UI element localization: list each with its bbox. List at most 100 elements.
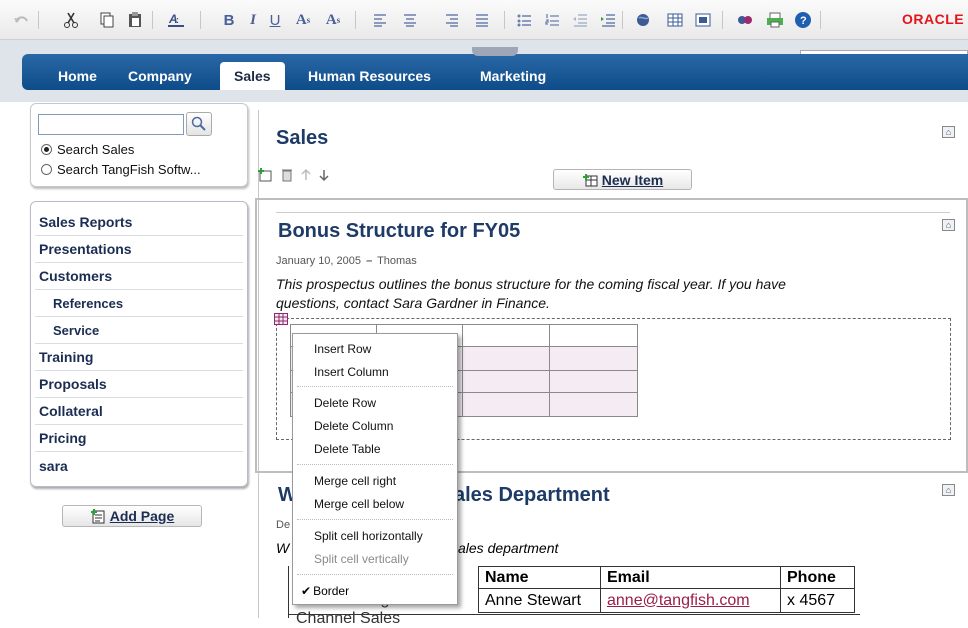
sidebar-item-presentations[interactable]: Presentations [39,241,132,257]
table-handle-icon[interactable] [274,313,288,325]
item2-body-left: W [276,540,290,556]
sidebar-item-service[interactable]: Service [53,323,99,338]
add-page-button[interactable]: Add Page [62,505,202,527]
item2-date: De [276,519,291,531]
cell-phone: x 4567 [780,588,855,613]
bullet-list-icon[interactable] [514,9,534,31]
cell-name: Anne Stewart [478,588,601,613]
column-header-name: Name [478,566,601,589]
sidebar-item-sara[interactable]: sara [39,458,68,474]
nav-collapse-handle[interactable] [472,47,518,56]
tab-sales[interactable]: Sales [220,62,285,90]
tab-marketing[interactable]: Marketing [466,62,560,90]
menu-border[interactable]: ✔ Border [301,584,349,598]
tab-company[interactable]: Company [114,62,206,90]
sidebar-nav: Sales Reports Presentations Customers Re… [30,201,248,487]
sidebar-item-sales-reports[interactable]: Sales Reports [39,214,132,230]
page-title: Sales [276,127,329,149]
superscript-icon[interactable]: As [292,9,314,31]
main-nav: Home Company Sales Human Resources Marke… [22,54,968,90]
bold-icon[interactable]: B [220,9,238,31]
menu-delete-column[interactable]: Delete Column [314,419,393,433]
align-left-icon[interactable] [370,9,390,31]
column-header-email: Email [600,566,781,589]
radio-icon [41,164,52,175]
table-icon[interactable] [664,9,686,31]
item2-cut-cell-bottom: Channel Sales [296,610,401,627]
radio-search-tangfish[interactable]: Search TangFish Softw... [41,162,201,177]
align-right-icon[interactable] [442,9,462,31]
undo-icon[interactable] [10,9,32,31]
item2-title-right: ales Department [454,484,610,506]
align-center-icon[interactable] [400,9,420,31]
menu-merge-cell-below[interactable]: Merge cell below [314,497,404,511]
cut-icon[interactable] [60,9,82,31]
table-left-border [288,566,289,618]
move-down-icon[interactable] [318,168,330,182]
delete-icon[interactable] [280,167,294,183]
add-item-icon[interactable] [256,167,274,183]
search-input[interactable] [38,114,184,135]
menu-insert-column[interactable]: Insert Column [314,365,389,379]
item-date: January 10, 2005 [276,255,362,267]
justify-icon[interactable] [472,9,492,31]
new-item-icon [582,173,598,186]
link-icon[interactable] [632,9,656,31]
item-body-line2: questions, contact Sara Gardner in Finan… [276,295,550,311]
menu-delete-table[interactable]: Delete Table [314,442,381,456]
sidebar-item-references[interactable]: References [53,296,123,311]
column-header-phone: Phone [780,566,855,589]
indent-icon[interactable] [598,9,618,31]
menu-merge-cell-right[interactable]: Merge cell right [314,474,396,488]
item2-body-right: ales department [458,540,559,556]
menu-delete-row[interactable]: Delete Row [314,396,376,410]
search-button[interactable] [186,112,212,136]
sidebar-item-pricing[interactable]: Pricing [39,430,86,446]
svg-text:?: ? [800,15,807,27]
menu-split-vertically: Split cell vertically [314,552,409,566]
paste-icon[interactable] [124,9,146,31]
tab-home[interactable]: Home [44,62,111,90]
sidebar-item-training[interactable]: Training [39,349,93,365]
item-actions [256,167,330,183]
tab-human-resources[interactable]: Human Resources [294,62,445,90]
page-home-icon[interactable]: ⌂ [942,126,955,138]
move-up-icon[interactable] [300,168,312,182]
subscript-icon[interactable]: As [322,9,344,31]
sidebar-item-collateral[interactable]: Collateral [39,403,103,419]
table-row-divider [288,614,860,615]
staff-table: Name Email Phone Anne Stewart anne@tangf… [478,566,855,613]
add-page-icon [90,509,105,524]
cell-email-link[interactable]: anne@tangfish.com [600,588,781,613]
radio-icon [41,144,52,155]
menu-split-horizontally[interactable]: Split cell horizontally [314,529,423,543]
item-author: Thomas [377,255,417,267]
spell-check-icon[interactable] [734,9,756,31]
sidebar-item-proposals[interactable]: Proposals [39,376,107,392]
table-context-menu: Insert Row Insert Column Delete Row Dele… [292,333,458,605]
help-icon[interactable]: ? [792,9,814,31]
svg-text::: : [176,15,179,25]
numbered-list-icon[interactable] [542,9,562,31]
search-panel: Search Sales Search TangFish Softw... [30,103,248,187]
italic-icon[interactable]: I [244,9,262,31]
font-color-icon[interactable]: A: [164,9,190,31]
image-icon[interactable] [692,9,714,31]
item2-home-icon[interactable]: ⌂ [942,484,955,496]
item-title: Bonus Structure for FY05 [278,220,521,242]
outdent-icon[interactable] [570,9,590,31]
item-home-icon[interactable]: ⌂ [942,219,955,231]
sidebar-item-customers[interactable]: Customers [39,268,112,284]
menu-insert-row[interactable]: Insert Row [314,342,371,356]
editor-toolbar: A: B I U As As ? ORACLE [0,0,968,40]
radio-search-sales[interactable]: Search Sales [41,142,134,157]
copy-icon[interactable] [96,9,118,31]
new-item-button[interactable]: New Item [553,169,692,190]
brand-logo: ORACLE [902,11,965,27]
divider [276,212,950,213]
print-icon[interactable] [764,9,786,31]
item-meta: January 10, 2005 – Thomas [276,255,417,267]
checkmark-icon: ✔ [301,584,312,598]
underline-icon[interactable]: U [266,9,284,31]
item-body-line1: This prospectus outlines the bonus struc… [276,276,786,292]
